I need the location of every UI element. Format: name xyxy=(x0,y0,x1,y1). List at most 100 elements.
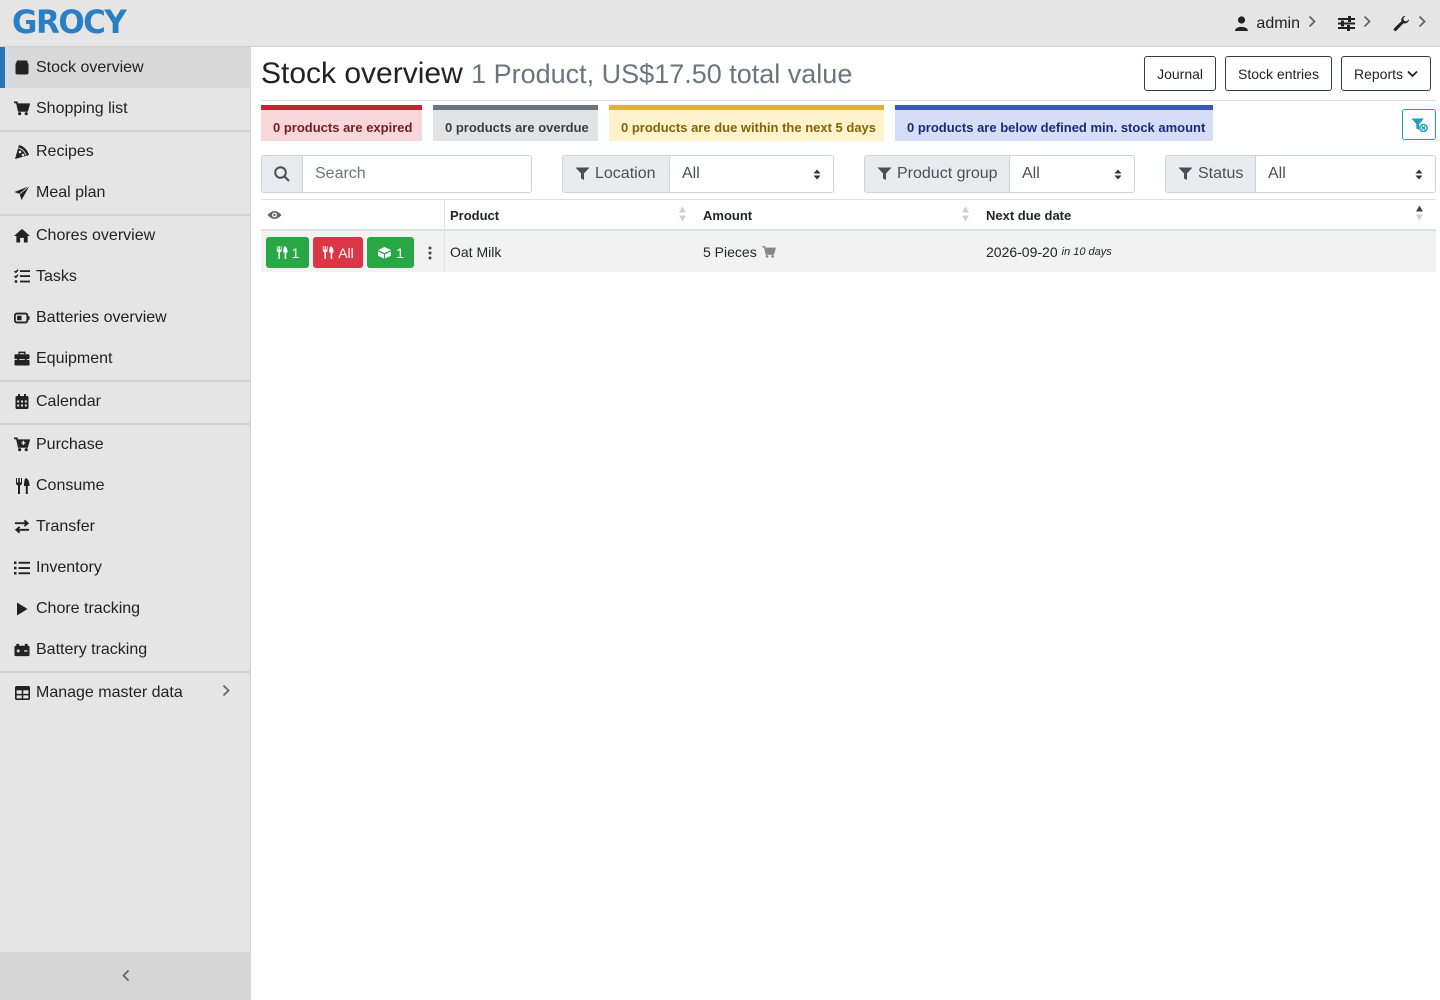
overdue-status-badge[interactable]: 0 products are overdue xyxy=(433,105,598,141)
sidebar-item-label: Manage master data xyxy=(36,683,183,701)
status-filter-label: Status xyxy=(1165,155,1256,193)
chevron-right-icon xyxy=(1418,15,1426,32)
sidebar-item-label: Chores overview xyxy=(36,226,156,244)
sidebar-item-chores-overview[interactable]: Chores overview xyxy=(0,215,250,256)
sort-icon xyxy=(962,205,969,223)
filter-icon xyxy=(1178,167,1193,181)
sidebar-item-label: Purchase xyxy=(36,435,104,453)
product-cell[interactable]: Oat Milk xyxy=(450,231,501,272)
username: admin xyxy=(1256,14,1300,32)
status-filter-group: Status All xyxy=(1165,155,1436,193)
consume-one-button[interactable]: 1 xyxy=(266,237,309,268)
sidebar-item-consume[interactable]: Consume xyxy=(0,465,250,506)
settings-menu[interactable] xyxy=(1338,15,1371,32)
sidebar-item-label: Shopping list xyxy=(36,99,128,117)
open-one-label: 1 xyxy=(396,244,404,261)
sidebar-item-purchase[interactable]: Purchase xyxy=(0,424,250,465)
stock-table-header: Product Amount Next due date xyxy=(261,199,1436,231)
user-menu[interactable]: admin xyxy=(1235,15,1316,33)
below-min-stock-status-badge[interactable]: 0 products are below defined min. stock … xyxy=(895,105,1213,141)
expired-status-badge[interactable]: 0 products are expired xyxy=(261,105,422,141)
table-icon xyxy=(14,685,30,701)
sidebar-item-batteries-overview[interactable]: Batteries overview xyxy=(0,297,250,338)
sidebar-item-label: Battery tracking xyxy=(36,640,148,658)
car-battery-icon xyxy=(14,642,30,658)
sidebar-item-stock-overview[interactable]: Stock overview xyxy=(0,47,250,88)
sidebar-item-meal-plan[interactable]: Meal plan xyxy=(0,172,250,213)
battery-icon xyxy=(14,310,30,326)
chevron-right-icon xyxy=(1308,15,1316,32)
grocy-logo[interactable]: GROCY xyxy=(12,7,127,40)
calendar-icon xyxy=(14,394,30,410)
location-select[interactable]: All xyxy=(670,155,834,193)
sidebar-item-label: Inventory xyxy=(36,558,102,576)
stock-entries-button[interactable]: Stock entries xyxy=(1225,56,1332,91)
location-filter-label: Location xyxy=(562,155,670,193)
sidebar-item-transfer[interactable]: Transfer xyxy=(0,506,250,547)
location-filter-group: Location All xyxy=(562,155,834,193)
sidebar-item-shopping-list[interactable]: Shopping list xyxy=(0,88,250,129)
next-due-date-column-header[interactable]: Next due date xyxy=(980,200,1436,230)
toolbox-icon xyxy=(14,351,30,367)
product-name: Oat Milk xyxy=(450,243,502,260)
consume-all-button[interactable]: All xyxy=(313,237,363,268)
utensils-icon xyxy=(276,246,288,259)
pizza-icon xyxy=(14,144,30,160)
cart-plus-icon xyxy=(14,437,30,453)
tools-menu[interactable] xyxy=(1393,15,1426,32)
sidebar-item-calendar[interactable]: Calendar xyxy=(0,381,250,422)
more-actions-icon[interactable] xyxy=(424,237,436,268)
filter-toggle-button[interactable] xyxy=(1402,109,1436,140)
sidebar-item-label: Consume xyxy=(36,476,105,494)
reports-button[interactable]: Reports xyxy=(1340,56,1431,91)
sidebar-item-tasks[interactable]: Tasks xyxy=(0,256,250,297)
due-soon-status-badge[interactable]: 0 products are due within the next 5 day… xyxy=(609,105,884,141)
location-value: All xyxy=(682,165,700,182)
list-icon xyxy=(14,560,30,576)
sidebar-item-battery-tracking[interactable]: Battery tracking xyxy=(0,629,250,670)
wrench-icon xyxy=(1393,15,1410,32)
page-subtitle: 1 Product, US$17.50 total value xyxy=(471,59,853,89)
open-one-button[interactable]: 1 xyxy=(367,237,414,268)
select-arrows-icon xyxy=(813,169,821,180)
sidebar-item-chore-tracking[interactable]: Chore tracking xyxy=(0,588,250,629)
sidebar-item-recipes[interactable]: Recipes xyxy=(0,131,250,172)
select-arrows-icon xyxy=(1114,169,1122,180)
product-column-header[interactable]: Product xyxy=(444,200,697,230)
sidebar-item-inventory[interactable]: Inventory xyxy=(0,547,250,588)
amount-cell: 5 Pieces xyxy=(703,231,776,272)
sidebar-collapse-button[interactable] xyxy=(0,952,251,1000)
search-group: Search xyxy=(261,155,532,193)
play-icon xyxy=(14,601,30,617)
utensils-icon xyxy=(14,477,30,494)
sidebar-item-label: Batteries overview xyxy=(36,308,167,326)
sidebar-item-label: Calendar xyxy=(36,392,101,410)
search-input[interactable]: Search xyxy=(303,155,532,193)
journal-button[interactable]: Journal xyxy=(1144,56,1217,91)
search-icon xyxy=(274,166,290,182)
reports-label: Reports xyxy=(1353,65,1403,82)
sidebar-item-label: Transfer xyxy=(36,517,95,535)
status-select[interactable]: All xyxy=(1256,155,1436,193)
product-group-label: Product group xyxy=(897,165,998,182)
sidebar-item-manage-master-data[interactable]: Manage master data xyxy=(0,672,250,713)
filter-icon xyxy=(877,167,892,181)
select-arrows-icon xyxy=(1415,169,1423,180)
product-group-select[interactable]: All xyxy=(1010,155,1135,193)
sidebar-item-label: Stock overview xyxy=(36,58,144,76)
next-due-relative: in 10 days xyxy=(1061,245,1112,258)
utensils-icon xyxy=(322,246,334,259)
product-group-filter-label: Product group xyxy=(864,155,1010,193)
amount-column-header[interactable]: Amount xyxy=(697,200,980,230)
product-column-label: Product xyxy=(450,207,500,223)
filter-reset-icon xyxy=(1411,118,1428,132)
user-icon xyxy=(1235,16,1249,31)
location-label: Location xyxy=(595,165,656,182)
amount-column-label: Amount xyxy=(703,207,753,223)
column-visibility-header[interactable] xyxy=(261,200,444,230)
next-due-date-value: 2026-09-20 xyxy=(986,243,1058,260)
sidebar-item-label: Recipes xyxy=(36,142,94,160)
sidebar-item-label: Chore tracking xyxy=(36,599,141,617)
sidebar-item-equipment[interactable]: Equipment xyxy=(0,338,250,379)
main-content: Stock overview 1 Product, US$17.50 total… xyxy=(252,47,1440,1000)
